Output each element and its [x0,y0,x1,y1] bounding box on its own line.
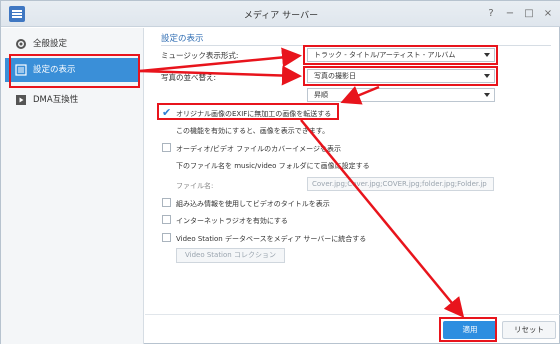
arrow-to-photo-sort [139,65,302,86]
arrow-to-apply-button [300,119,465,318]
arrow-to-music-format [139,47,302,73]
arrow-to-exif-option [340,85,380,105]
media-server-window: メディア サーバー ? − □ × 全般設定 設定の表示 DMA互換性 設定の表… [0,0,560,344]
annotation-arrows [139,47,465,318]
